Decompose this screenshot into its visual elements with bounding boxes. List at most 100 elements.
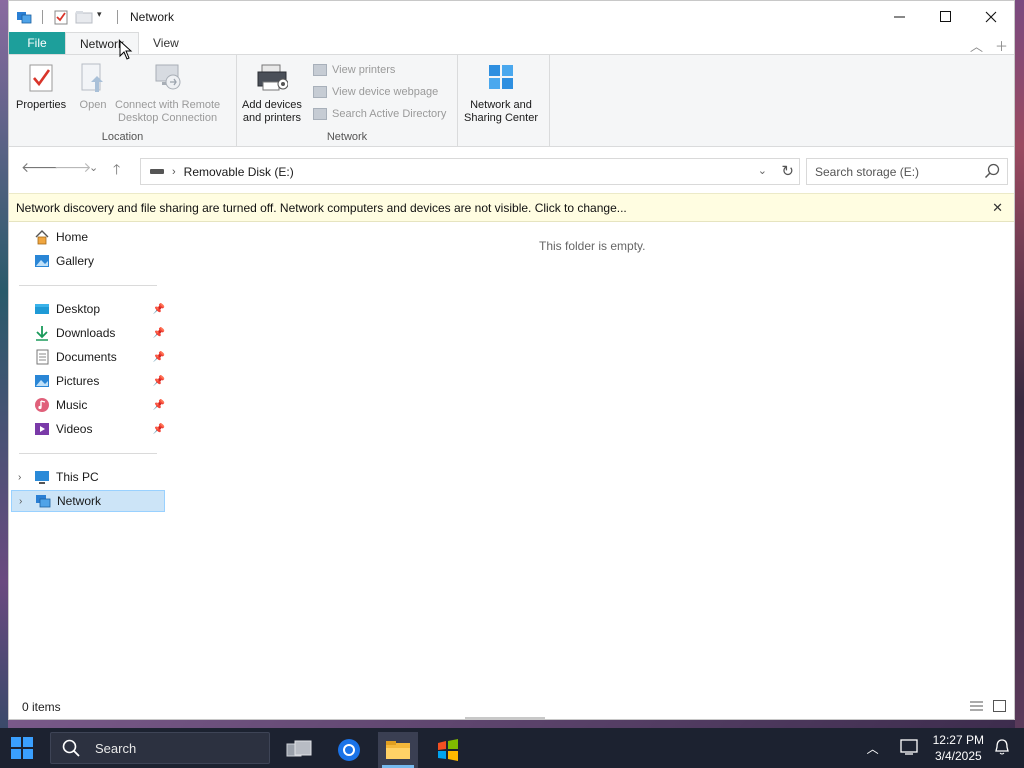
add-devices-button[interactable]: Add devices and printers <box>242 61 302 125</box>
chrome-taskbar-button[interactable] <box>329 732 369 768</box>
windows-logo-icon <box>11 737 33 759</box>
pin-icon[interactable]: 📌 <box>153 424 165 435</box>
details-view-icon[interactable] <box>970 700 983 715</box>
view-device-webpage-icon <box>313 86 327 98</box>
windows-explorer-taskbar-button[interactable] <box>428 732 468 768</box>
clock-time: 12:27 PM <box>932 733 984 747</box>
tab-file[interactable]: File <box>9 32 65 54</box>
item-count: 0 items <box>22 700 61 714</box>
address-row: 🡐 🡒 ⌄ 🡑 › Removable Disk (E:) ⌄ ↻ Search… <box>9 147 1014 193</box>
nav-item-downloads[interactable]: Downloads 📌 <box>11 322 165 344</box>
recent-locations-chevron-icon[interactable]: ⌄ <box>89 161 98 174</box>
this-pc-icon <box>34 469 50 485</box>
expand-chevron-icon[interactable]: › <box>18 472 21 483</box>
breadcrumb-chevron-icon[interactable]: › <box>172 166 176 178</box>
up-arrow-icon[interactable]: 🡑 <box>113 159 120 183</box>
music-icon <box>34 397 50 413</box>
add-devices-label-1: Add devices <box>242 99 302 111</box>
pin-icon[interactable]: 📌 <box>153 304 165 315</box>
search-active-directory-icon <box>313 108 327 120</box>
nav-label-documents: Documents <box>56 350 117 364</box>
minimize-button[interactable] <box>876 1 922 32</box>
infobar-message[interactable]: Network discovery and file sharing are t… <box>16 201 627 215</box>
forward-arrow-icon[interactable]: 🡒 <box>54 159 92 176</box>
toolbar-separator <box>42 9 43 24</box>
search-active-directory-button[interactable]: Search Active Directory <box>313 108 446 120</box>
navigation-pane: Home Gallery Desktop 📌 Downloads 📌 Docum… <box>9 222 169 684</box>
window-title: Network <box>130 9 175 24</box>
open-label: Open <box>79 99 107 111</box>
toolbar-separator <box>117 9 118 24</box>
remote-desktop-button[interactable]: Connect with Remote Desktop Connection <box>115 61 220 125</box>
horizontal-scrollbar[interactable] <box>465 717 545 720</box>
videos-icon <box>34 421 50 437</box>
network-status-icon[interactable] <box>899 738 919 759</box>
search-input[interactable]: Search storage (E:) <box>806 158 1008 185</box>
nav-label-network: Network <box>57 494 102 508</box>
infobar-close-icon[interactable]: ✕ <box>992 200 1003 216</box>
nav-divider <box>19 453 157 454</box>
nav-label-videos: Videos <box>56 422 93 436</box>
pictures-icon <box>34 373 50 389</box>
open-icon <box>77 61 109 95</box>
windows-flag-icon <box>438 739 458 761</box>
nav-divider <box>19 285 157 286</box>
properties-qa-icon[interactable] <box>53 9 69 25</box>
nav-label-this-pc: This PC <box>56 470 99 484</box>
nav-item-desktop[interactable]: Desktop 📌 <box>11 298 165 320</box>
nav-label-gallery: Gallery <box>56 254 95 268</box>
refresh-icon[interactable]: ↻ <box>781 162 794 180</box>
task-view-icon <box>286 740 312 757</box>
nav-item-gallery[interactable]: Gallery <box>11 250 165 272</box>
open-button[interactable]: Open <box>77 61 109 112</box>
close-button[interactable] <box>968 1 1014 32</box>
nav-item-documents[interactable]: Documents 📌 <box>11 346 165 368</box>
back-arrow-icon[interactable]: 🡐 <box>21 159 59 176</box>
location-group: Properties Open Connect with Remote Desk… <box>9 55 237 146</box>
task-view-button[interactable] <box>279 732 319 768</box>
nav-item-videos[interactable]: Videos 📌 <box>11 418 165 440</box>
new-folder-qa-icon[interactable] <box>75 9 93 25</box>
start-button[interactable] <box>10 736 36 760</box>
desktop-icon <box>34 301 50 317</box>
maximize-button[interactable] <box>922 1 968 32</box>
empty-folder-message: This folder is empty. <box>539 239 646 253</box>
tab-view[interactable]: View <box>139 32 193 54</box>
nav-item-network[interactable]: › Network <box>11 490 165 512</box>
pin-icon[interactable]: 📌 <box>153 328 165 339</box>
notifications-bell-icon[interactable] <box>994 738 1010 759</box>
chrome-icon <box>338 739 360 761</box>
properties-button[interactable]: Properties <box>16 61 66 112</box>
large-icons-view-icon[interactable] <box>993 700 1006 715</box>
pin-icon[interactable]: 📌 <box>153 352 165 363</box>
collapse-ribbon-icon[interactable]: ︿ <box>970 36 983 55</box>
breadcrumb-current[interactable]: Removable Disk (E:) <box>184 165 294 179</box>
nav-item-pictures[interactable]: Pictures 📌 <box>11 370 165 392</box>
nav-item-home[interactable]: Home <box>11 226 165 248</box>
clock-date: 3/4/2025 <box>934 749 982 763</box>
pin-icon[interactable]: 📌 <box>153 376 165 387</box>
network-sharing-center-button[interactable]: Network and Sharing Center <box>464 61 538 125</box>
add-devices-label-2: and printers <box>242 112 302 124</box>
nav-item-music[interactable]: Music 📌 <box>11 394 165 416</box>
expand-chevron-icon[interactable]: › <box>19 496 22 507</box>
mouse-cursor-icon <box>119 40 133 60</box>
gallery-icon <box>34 253 50 269</box>
view-printers-button[interactable]: View printers <box>313 64 395 76</box>
show-hidden-icons-chevron-icon[interactable]: ︿ <box>867 740 879 757</box>
nav-item-this-pc[interactable]: › This PC <box>11 466 165 488</box>
pin-icon[interactable]: 📌 <box>153 400 165 411</box>
network-discovery-infobar[interactable]: Network discovery and file sharing are t… <box>9 193 1014 222</box>
address-dropdown-icon[interactable]: ⌄ <box>758 164 767 177</box>
search-icon[interactable] <box>984 163 1000 182</box>
clock[interactable]: 12:27 PM 3/4/2025 <box>933 732 984 764</box>
customize-qa-dropdown-icon[interactable]: ▾ <box>97 9 107 25</box>
title-bar[interactable]: ▾ Network <box>9 1 1014 32</box>
file-explorer-taskbar-button[interactable] <box>378 732 418 768</box>
file-explorer-window: ▾ Network File Network View ︿ ＋ Properti… <box>8 0 1015 720</box>
address-bar[interactable]: › Removable Disk (E:) ⌄ ↻ <box>140 158 800 185</box>
taskbar-search-box[interactable]: Search <box>50 732 270 764</box>
help-icon[interactable]: ＋ <box>995 36 1008 55</box>
printer-icon <box>256 61 288 95</box>
view-device-webpage-button[interactable]: View device webpage <box>313 86 438 98</box>
